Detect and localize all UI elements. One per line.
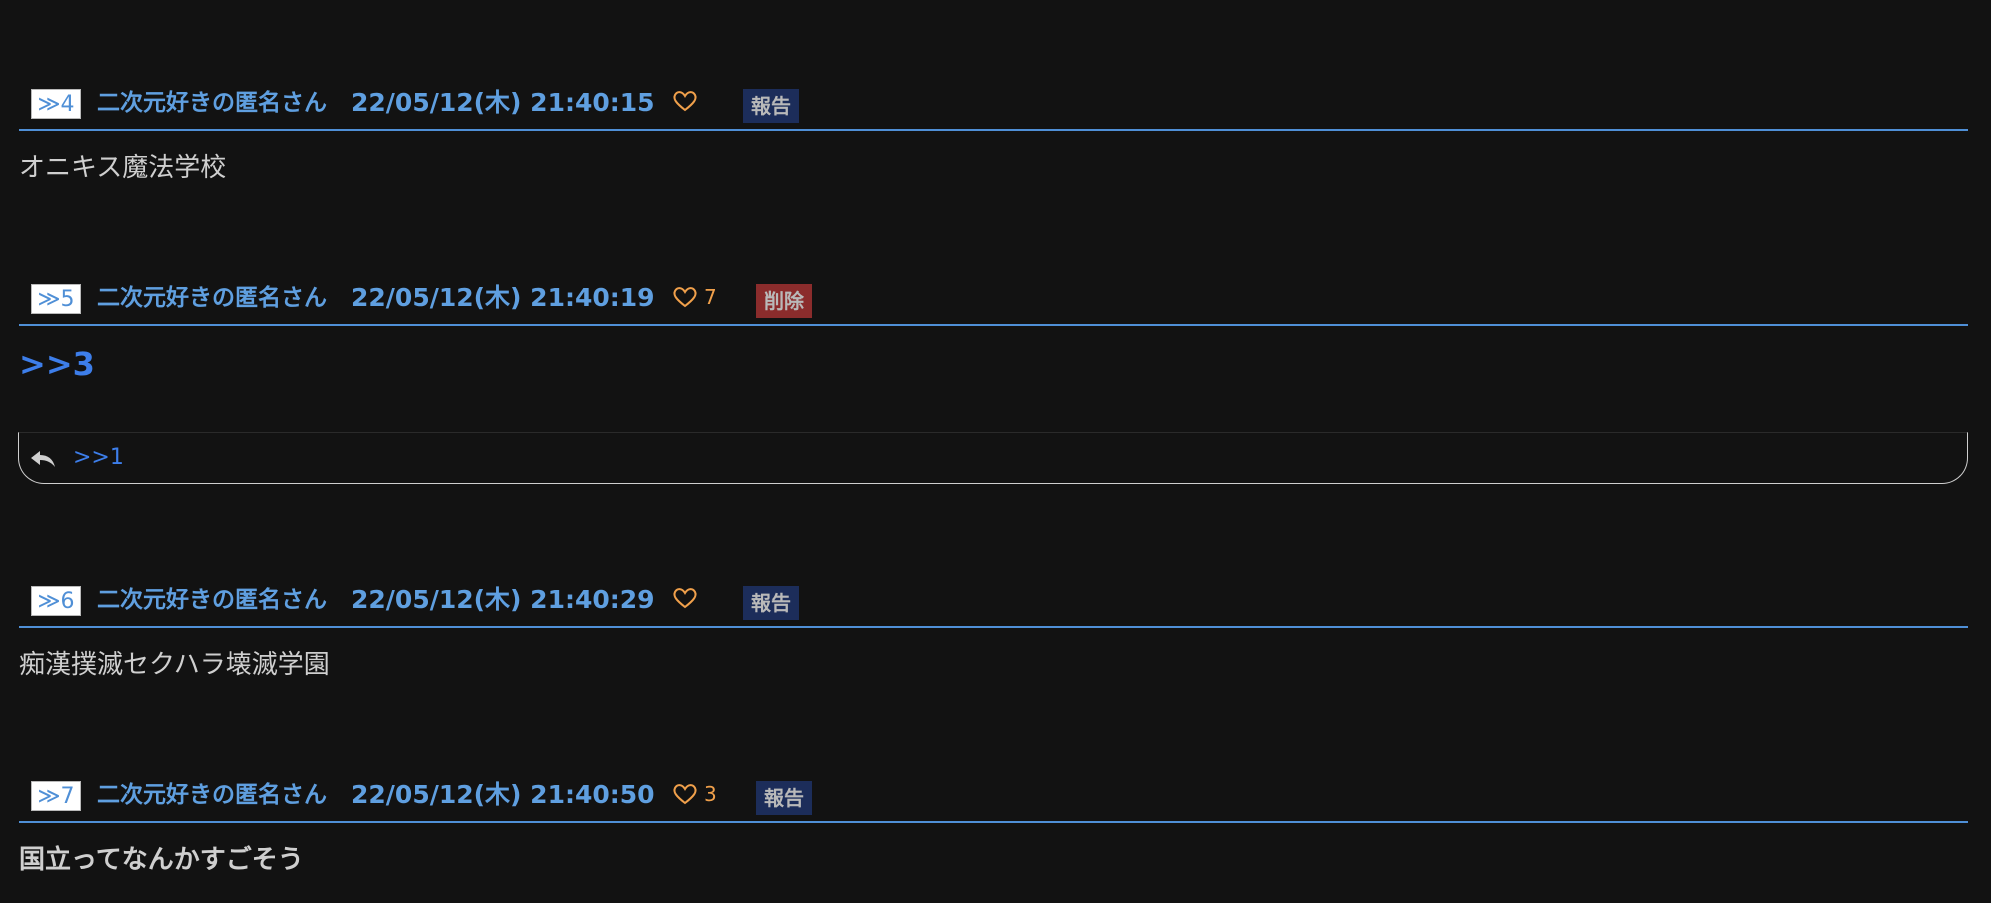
heart-icon [673,91,697,112]
post-timestamp: 22/05/12(木) 21:40:19 [351,283,655,312]
like-button[interactable]: 7 [672,284,717,310]
like-button[interactable]: 3 [672,781,717,807]
delete-button[interactable]: 削除 [756,284,812,318]
report-button[interactable]: 報告 [743,586,799,620]
post-author: 二次元好きの匿名さん [97,782,327,808]
post-timestamp: 22/05/12(木) 21:40:50 [351,780,655,809]
heart-icon [673,287,697,308]
post-header: ≫5 二次元好きの匿名さん 22/05/12(木) 21:40:19 7 削除 [19,274,1968,326]
post-header: ≫6 二次元好きの匿名さん 22/05/12(木) 21:40:29 報告 [19,576,1968,628]
heart-icon [673,784,697,805]
reply-link[interactable]: >>1 [73,443,124,473]
post-body: 国立ってなんかすごそう [19,845,304,875]
post-number-button[interactable]: ≫5 [31,284,81,314]
like-button[interactable] [672,586,704,610]
post-timestamp: 22/05/12(木) 21:40:15 [351,88,655,117]
report-button[interactable]: 報告 [743,89,799,123]
post-author: 二次元好きの匿名さん [97,587,327,613]
post-header: ≫4 二次元好きの匿名さん 22/05/12(木) 21:40:15 報告 [19,79,1968,131]
post-body: オニキス魔法学校 [19,153,227,183]
like-button[interactable] [672,89,704,113]
like-count: 3 [704,782,717,806]
reply-arrow-icon [31,451,55,467]
post-timestamp: 22/05/12(木) 21:40:29 [351,585,655,614]
post-anchor-link[interactable]: >>3 [19,344,95,384]
post-number-button[interactable]: ≫6 [31,586,81,616]
post-author: 二次元好きの匿名さん [97,285,327,311]
post-header: ≫7 二次元好きの匿名さん 22/05/12(木) 21:40:50 3 報告 [19,771,1968,823]
post-number-button[interactable]: ≫7 [31,781,81,811]
report-button[interactable]: 報告 [756,781,812,815]
post-author: 二次元好きの匿名さん [97,90,327,116]
post-body: 痴漢撲滅セクハラ壊滅学園 [19,650,330,680]
reply-bar: >>1 [18,432,1968,484]
post-number-button[interactable]: ≫4 [31,89,81,119]
like-count: 7 [704,285,717,309]
heart-icon [673,588,697,609]
